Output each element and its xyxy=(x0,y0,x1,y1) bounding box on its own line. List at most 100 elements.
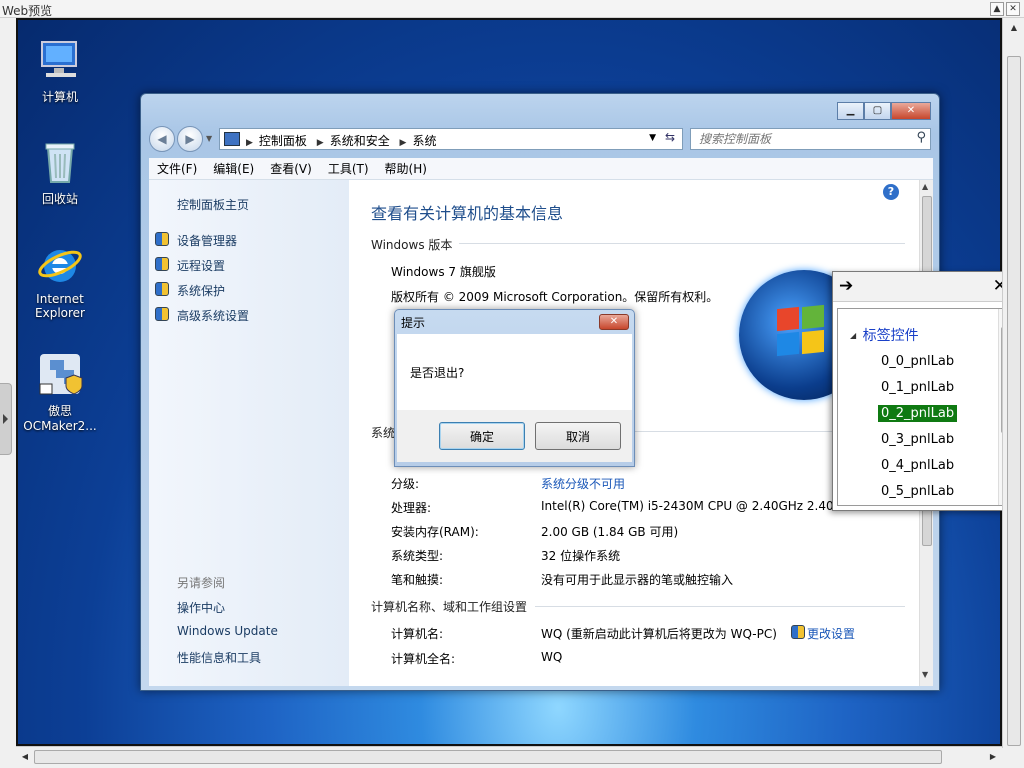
internet-explorer-icon xyxy=(36,240,84,288)
host-vertical-scrollbar[interactable]: ▲ xyxy=(1002,18,1024,748)
scroll-thumb[interactable] xyxy=(1007,56,1021,746)
host-close-icon[interactable]: ✕ xyxy=(1006,2,1020,16)
cancel-button[interactable]: 取消 xyxy=(535,422,621,450)
ram-value: 2.00 GB (1.84 GB 可用) xyxy=(541,525,679,539)
address-dropdown-icon[interactable]: ▼ xyxy=(649,133,656,143)
help-icon[interactable]: ? xyxy=(883,184,899,200)
pen-touch-label: 笔和触摸: xyxy=(391,573,444,587)
expand-triangle-icon[interactable]: ◢ xyxy=(850,331,856,340)
recycle-bin-icon xyxy=(36,138,84,186)
host-minimize-icon[interactable]: ▲ xyxy=(990,2,1004,16)
system-protection-link[interactable]: 系统保护 xyxy=(177,282,225,299)
desktop-icon-label: 计算机 xyxy=(41,90,78,104)
system-section-heading: 系统 xyxy=(371,426,396,440)
arrow-right-icon[interactable]: ➔ xyxy=(839,276,853,296)
control-panel-home-link[interactable]: 控制面板主页 xyxy=(177,196,249,213)
menu-file[interactable]: 文件(F) xyxy=(149,160,205,177)
desktop-icon-ie[interactable]: Internet Explorer xyxy=(20,240,100,320)
host-horizontal-scrollbar[interactable]: ◀ ▶ xyxy=(16,746,1002,768)
desktop-icon-label: 傲思 OCMaker2... xyxy=(23,404,97,433)
menu-edit[interactable]: 编辑(E) xyxy=(205,160,262,177)
desktop-icon-recycle-bin[interactable]: 回收站 xyxy=(20,138,100,207)
scroll-right-icon[interactable]: ▶ xyxy=(986,750,1000,764)
dialog-title: 提示 xyxy=(401,316,426,330)
computer-section-heading: 计算机名称、域和工作组设置 xyxy=(371,600,528,614)
tree-item[interactable]: 0_4_pnlLab xyxy=(878,457,957,474)
copyright-text: 版权所有 © 2009 Microsoft Corporation。保留所有权利… xyxy=(391,290,719,304)
breadcrumb: ▶ 控制面板 ▶ 系统和安全 ▶ 系统 xyxy=(246,134,437,148)
desktop-icon-label: 回收站 xyxy=(41,192,78,206)
system-type-value: 32 位操作系统 xyxy=(541,549,621,563)
device-manager-link[interactable]: 设备管理器 xyxy=(177,232,237,249)
advanced-settings-link[interactable]: 高级系统设置 xyxy=(177,307,249,324)
search-box: ⚲ xyxy=(690,128,931,150)
scroll-up-icon[interactable]: ▲ xyxy=(1006,20,1022,36)
menu-help[interactable]: 帮助(H) xyxy=(377,160,435,177)
action-center-link[interactable]: 操作中心 xyxy=(177,599,225,616)
dialog-close-icon[interactable]: ✕ xyxy=(599,314,629,330)
scroll-left-icon[interactable]: ◀ xyxy=(18,750,32,764)
dialog-body: 是否退出? xyxy=(397,334,632,410)
host-title-bar: Web预览 ▲ ✕ xyxy=(0,0,1024,18)
shield-icon xyxy=(155,307,169,321)
ok-button[interactable]: 确定 xyxy=(439,422,525,450)
scroll-thumb[interactable] xyxy=(34,750,942,764)
processor-label: 处理器: xyxy=(391,501,432,515)
windows-update-link[interactable]: Windows Update xyxy=(177,624,278,638)
breadcrumb-item[interactable]: 系统和安全 xyxy=(330,134,390,148)
close-icon[interactable]: ✕ xyxy=(891,102,931,120)
desktop-icon-ocmaker[interactable]: 傲思 OCMaker2... xyxy=(20,350,100,433)
rating-label: 分级: xyxy=(391,477,420,491)
history-dropdown-icon[interactable]: ▼ xyxy=(206,134,212,143)
computer-name-label: 计算机名: xyxy=(391,627,444,641)
search-input[interactable] xyxy=(691,129,901,149)
change-settings-link[interactable]: 更改设置 xyxy=(807,625,855,642)
menu-view[interactable]: 查看(V) xyxy=(262,160,320,177)
menu-tools[interactable]: 工具(T) xyxy=(320,160,377,177)
confirm-dialog: 提示 ✕ 是否退出? 确定 取消 xyxy=(394,309,635,467)
shield-icon xyxy=(791,625,805,639)
ocmaker-icon xyxy=(36,350,84,398)
minimize-icon[interactable]: ▁ xyxy=(837,102,864,120)
tree-item[interactable]: 0_3_pnlLab xyxy=(878,431,957,448)
divider xyxy=(459,243,905,244)
edition-section-heading: Windows 版本 xyxy=(371,238,453,252)
left-pane: 控制面板主页 设备管理器 远程设置 系统保护 高级系统设置 另请参阅 操作中心 … xyxy=(149,180,349,686)
left-collapse-handle[interactable] xyxy=(0,383,12,455)
edition-value: Windows 7 旗舰版 xyxy=(391,265,496,279)
maximize-icon[interactable]: ▢ xyxy=(864,102,891,120)
tree-item-selected[interactable]: 0_2_pnlLab xyxy=(878,405,958,422)
remote-settings-link[interactable]: 远程设置 xyxy=(177,257,225,274)
tag-tree: ◢ 标签控件 0_0_pnlLab 0_1_pnlLab 0_2_pnlLab … xyxy=(837,308,1015,506)
performance-info-link[interactable]: 性能信息和工具 xyxy=(177,649,261,666)
rating-link[interactable]: 系统分级不可用 xyxy=(541,475,625,492)
dialog-message: 是否退出? xyxy=(410,366,465,380)
breadcrumb-item[interactable]: 系统 xyxy=(412,134,436,148)
tree-root[interactable]: ◢ 标签控件 xyxy=(850,325,919,345)
tree-item[interactable]: 0_5_pnlLab xyxy=(878,483,957,500)
shield-icon xyxy=(155,282,169,296)
search-icon[interactable]: ⚲ xyxy=(916,130,926,145)
forward-arrow-icon[interactable]: ▶ xyxy=(177,126,203,152)
shield-icon xyxy=(155,257,169,271)
processor-value: Intel(R) Core(TM) i5-2430M CPU @ 2.40GHz… xyxy=(541,499,834,513)
address-bar[interactable]: ▶ 控制面板 ▶ 系统和安全 ▶ 系统 ▼ ⇆ xyxy=(219,128,683,150)
window-controls: ▁ ▢ ✕ xyxy=(837,102,931,120)
scroll-up-icon[interactable]: ▲ xyxy=(922,182,928,191)
tree-item[interactable]: 0_1_pnlLab xyxy=(878,379,957,396)
tree-item[interactable]: 0_0_pnlLab xyxy=(878,353,957,370)
ram-label: 安装内存(RAM): xyxy=(391,525,479,539)
back-arrow-icon[interactable]: ◀ xyxy=(149,126,175,152)
menu-bar: 文件(F) 编辑(E) 查看(V) 工具(T) 帮助(H) xyxy=(149,158,933,180)
control-panel-icon xyxy=(224,132,240,146)
scroll-down-icon[interactable]: ▼ xyxy=(922,670,928,679)
computer-icon xyxy=(36,36,84,84)
refresh-icon[interactable]: ⇆ xyxy=(660,130,680,148)
see-also-heading: 另请参阅 xyxy=(177,576,226,590)
divider xyxy=(535,606,905,607)
breadcrumb-item[interactable]: 控制面板 xyxy=(259,134,307,148)
desktop-icon-computer[interactable]: 计算机 xyxy=(20,36,100,105)
tag-control-panel: ➔ ✕ ◢ 标签控件 0_0_pnlLab 0_1_pnlLab 0_2_pnl… xyxy=(832,271,1018,511)
full-name-label: 计算机全名: xyxy=(391,652,456,666)
computer-name-value: WQ (重新启动此计算机后将更改为 WQ-PC) xyxy=(541,627,777,641)
